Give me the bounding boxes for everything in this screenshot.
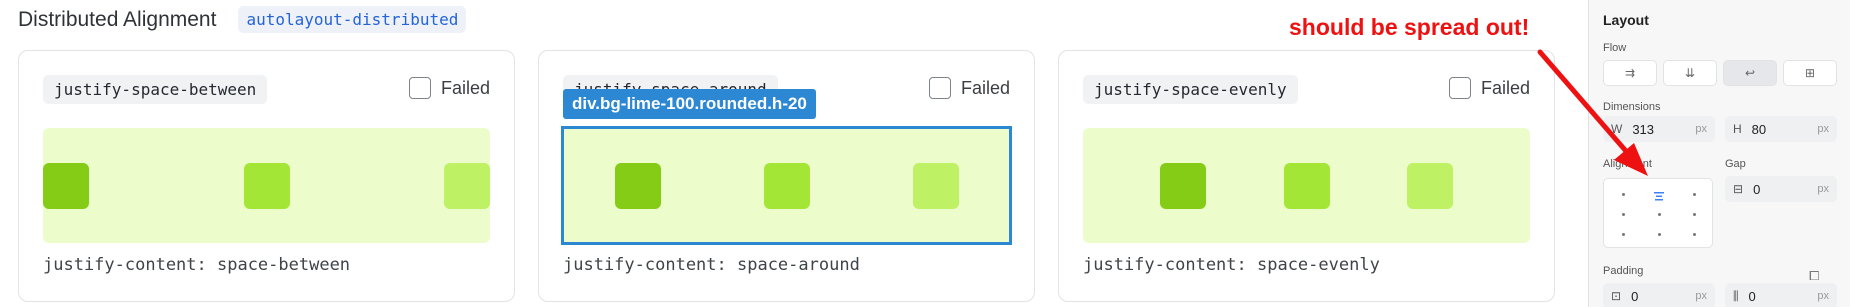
annotation-text: should be spread out! [1289, 14, 1530, 40]
page: Distributed Alignment autolayout-distrib… [0, 0, 1850, 307]
annotation-arrow-icon [1537, 49, 1648, 176]
